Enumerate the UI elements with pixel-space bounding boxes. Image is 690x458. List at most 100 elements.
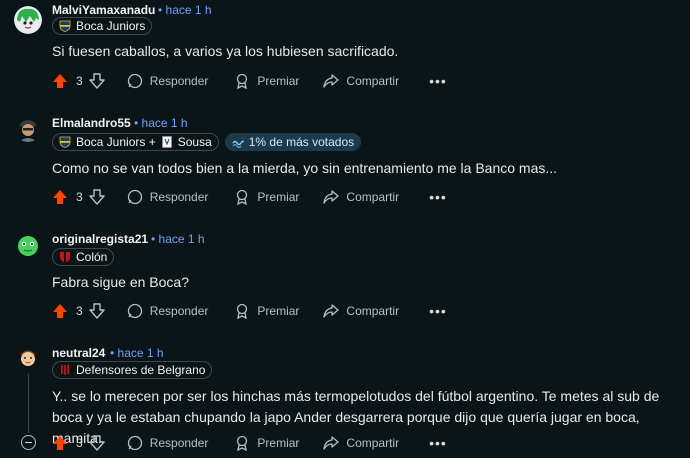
share-label: Compartir xyxy=(346,436,400,450)
flair-label: Defensores de Belgrano xyxy=(76,363,206,377)
share-label: Compartir xyxy=(346,190,400,204)
reply-label: Responder xyxy=(149,74,209,88)
award-icon xyxy=(237,303,248,319)
wave-icon xyxy=(232,140,244,148)
downvote-button[interactable] xyxy=(88,73,105,89)
timestamp[interactable]: • hace 1 h xyxy=(151,232,205,246)
award-button[interactable]: Premiar xyxy=(234,73,299,89)
user-flair: Defensores de Belgrano xyxy=(52,361,213,379)
comment-body: Como no se van todos bien a la mierda, y… xyxy=(52,160,558,176)
comment-actions: 3 Responder Premiar Compartir ••• xyxy=(52,299,447,323)
timestamp[interactable]: • hace 1 h xyxy=(134,116,188,130)
comment-icon xyxy=(127,189,142,205)
vote-count: 3 xyxy=(76,436,83,450)
flair-label: Colón xyxy=(76,250,108,264)
reply-button[interactable]: Responder xyxy=(127,73,209,89)
share-button[interactable]: Compartir xyxy=(323,435,399,451)
downvote-icon xyxy=(88,189,105,205)
reply-label: Responder xyxy=(149,304,209,318)
timestamp[interactable]: • hace 1 h xyxy=(158,3,212,17)
comment-icon xyxy=(127,73,142,89)
more-options-button[interactable]: ••• xyxy=(429,435,447,451)
more-options-button[interactable]: ••• xyxy=(429,303,447,319)
flair-group: Defensores de Belgrano xyxy=(52,361,213,379)
comment-actions: 3 Responder Premiar Compartir ••• xyxy=(52,185,447,209)
award-button[interactable]: Premiar xyxy=(234,435,299,451)
share-label: Compartir xyxy=(346,304,400,318)
share-button[interactable]: Compartir xyxy=(323,73,399,89)
avatar[interactable] xyxy=(14,343,42,371)
award-icon xyxy=(237,189,248,205)
share-button[interactable]: Compartir xyxy=(323,189,399,205)
comment-actions: 3 Responder Premiar Compartir ••• xyxy=(52,431,447,455)
share-icon xyxy=(323,74,340,88)
user-flair: Boca Juniors + Sousa xyxy=(52,133,219,151)
upvote-button[interactable] xyxy=(52,73,68,89)
upvote-icon xyxy=(53,304,67,318)
reply-label: Responder xyxy=(149,190,209,204)
username[interactable]: originalregista21 xyxy=(52,232,148,246)
user-flair: Colón xyxy=(52,248,115,266)
vote-count: 3 xyxy=(76,304,83,318)
flair-label: Boca Juniors + xyxy=(76,135,156,149)
award-icon xyxy=(237,435,248,451)
flair-group: Colón xyxy=(52,248,115,266)
reply-label: Responder xyxy=(149,436,209,450)
avatar[interactable] xyxy=(14,114,42,142)
avatar[interactable] xyxy=(14,6,42,34)
share-icon xyxy=(323,304,340,318)
share-icon xyxy=(323,190,340,204)
comment-icon xyxy=(127,303,142,319)
flair-label: Sousa xyxy=(177,135,212,149)
upvote-button[interactable] xyxy=(52,189,68,205)
thread-line[interactable] xyxy=(28,374,29,433)
upvote-icon xyxy=(53,190,67,204)
downvote-icon xyxy=(88,435,105,451)
upvote-button[interactable] xyxy=(52,435,68,451)
user-flair: Boca Juniors xyxy=(52,17,153,35)
more-options-button[interactable]: ••• xyxy=(429,73,447,89)
vote-count: 3 xyxy=(76,74,83,88)
comment-body: Si fuesen caballos, a varios ya los hubi… xyxy=(52,43,399,59)
reply-button[interactable]: Responder xyxy=(127,303,209,319)
avatar[interactable] xyxy=(14,231,42,259)
flair-group: Boca Juniors xyxy=(52,17,153,35)
minus-icon xyxy=(25,442,32,443)
award-label: Premiar xyxy=(257,74,300,88)
username[interactable]: neutral24 xyxy=(52,346,105,360)
award-label: Premiar xyxy=(257,436,300,450)
reply-button[interactable]: Responder xyxy=(127,435,209,451)
upvote-icon xyxy=(53,74,67,88)
comment-actions: 3 Responder Premiar Compartir ••• xyxy=(52,69,447,93)
downvote-button[interactable] xyxy=(88,303,105,319)
defensores-shield-icon xyxy=(60,365,70,376)
downvote-icon xyxy=(88,303,105,319)
upvote-button[interactable] xyxy=(52,303,68,319)
username[interactable]: MalviYamaxanadu xyxy=(52,3,155,17)
vote-count: 3 xyxy=(76,190,83,204)
more-options-button[interactable]: ••• xyxy=(429,189,447,205)
award-label: Premiar xyxy=(257,190,300,204)
award-button[interactable]: Premiar xyxy=(234,303,299,319)
flair-group: Boca Juniors + Sousa 1% de más votados xyxy=(52,133,362,151)
share-icon xyxy=(323,436,340,450)
badge-label: 1% de más votados xyxy=(248,135,355,149)
colon-shield-icon xyxy=(60,252,70,263)
downvote-button[interactable] xyxy=(88,435,105,451)
top-voted-badge: 1% de más votados xyxy=(224,133,362,151)
boca-shield-icon xyxy=(59,136,71,148)
downvote-button[interactable] xyxy=(88,189,105,205)
collapse-thread-button[interactable] xyxy=(21,435,36,450)
player-card-icon xyxy=(161,136,172,148)
downvote-icon xyxy=(88,73,105,89)
upvote-icon xyxy=(53,436,67,450)
comment-icon xyxy=(127,435,142,451)
award-button[interactable]: Premiar xyxy=(234,189,299,205)
timestamp[interactable]: • hace 1 h xyxy=(110,346,164,360)
award-label: Premiar xyxy=(257,304,300,318)
boca-shield-icon xyxy=(59,20,71,32)
reply-button[interactable]: Responder xyxy=(127,189,209,205)
username[interactable]: Elmalandro55 xyxy=(52,116,131,130)
comment-body: Fabra sigue en Boca? xyxy=(52,274,189,290)
share-button[interactable]: Compartir xyxy=(323,303,399,319)
